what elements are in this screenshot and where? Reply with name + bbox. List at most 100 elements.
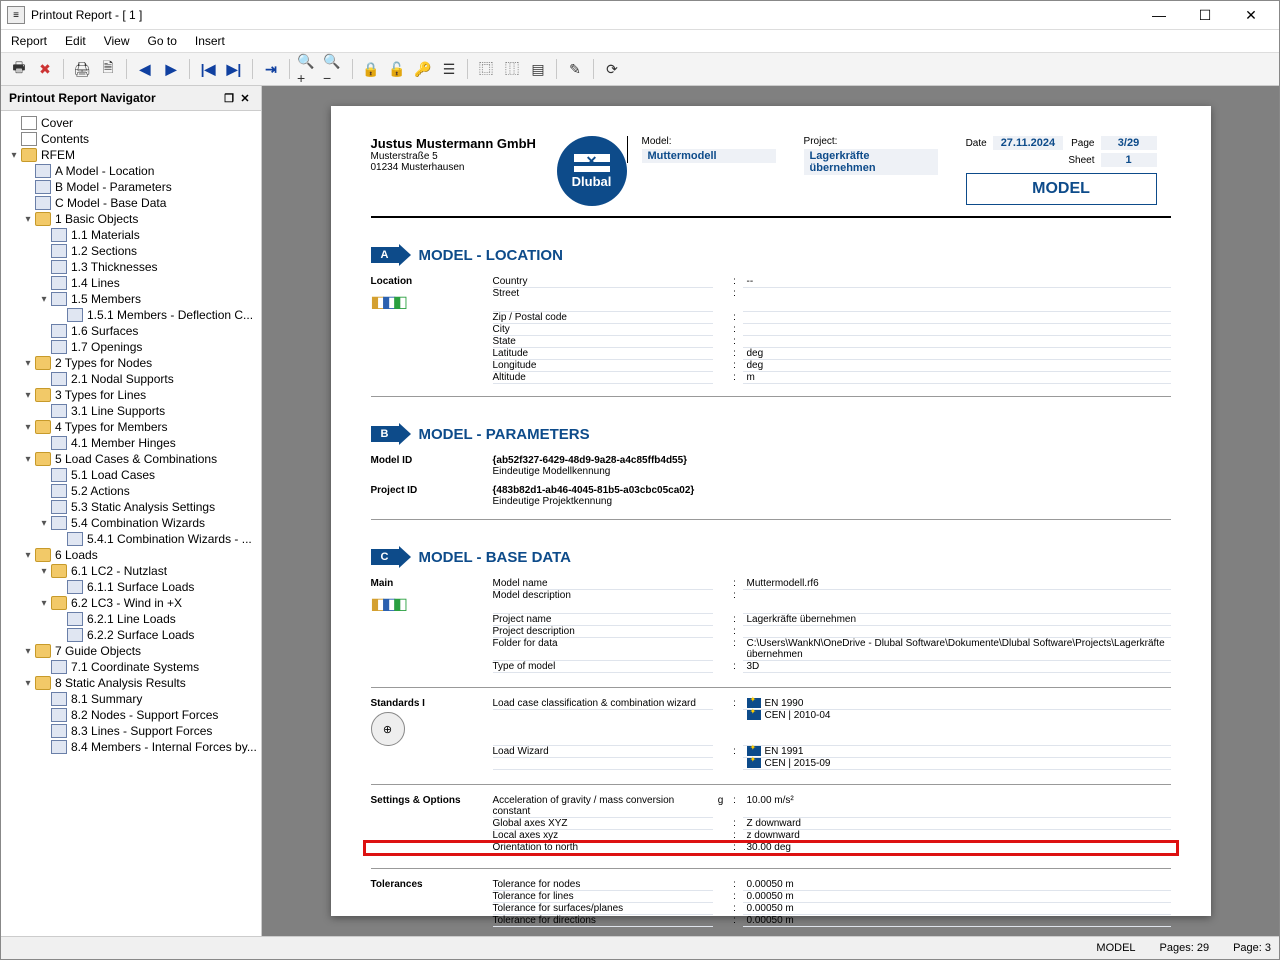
menu-goto[interactable]: Go to	[148, 34, 177, 48]
unlock-icon[interactable]: 🔓	[385, 57, 409, 81]
tree-cover[interactable]: Cover	[3, 115, 259, 131]
tree-5-2[interactable]: 5.2 Actions	[3, 483, 259, 499]
tree-1-7-openings[interactable]: 1.7 Openings	[3, 339, 259, 355]
menu-insert[interactable]: Insert	[195, 34, 225, 48]
tree-8-3[interactable]: 8.3 Lines - Support Forces	[3, 723, 259, 739]
navigator-title: Printout Report Navigator	[9, 91, 156, 105]
zoom-out-icon[interactable]: 🔍−	[322, 57, 346, 81]
status-page: Page: 3	[1233, 942, 1271, 954]
menu-edit[interactable]: Edit	[65, 34, 86, 48]
tree-5-load-cases[interactable]: ▾5 Load Cases & Combinations	[3, 451, 259, 467]
navigator-panel: Printout Report Navigator ❐ ✕ Cover Cont…	[1, 86, 262, 936]
tree-rfem[interactable]: ▾RFEM	[3, 147, 259, 163]
layout-c-icon[interactable]: ▤	[526, 57, 550, 81]
header-strip: MODEL	[966, 173, 1157, 205]
navigator-close-icon[interactable]: ✕	[237, 90, 253, 106]
tree-8-4[interactable]: 8.4 Members - Internal Forces by...	[3, 739, 259, 755]
section-a-title: MODEL - LOCATION	[419, 247, 563, 264]
tree-7-1[interactable]: 7.1 Coordinate Systems	[3, 659, 259, 675]
tree-1-basic-objects[interactable]: ▾1 Basic Objects	[3, 211, 259, 227]
header-date: 27.11.2024	[993, 136, 1063, 150]
standards-globe-icon: ⊕	[371, 712, 405, 746]
tree-8-1[interactable]: 8.1 Summary	[3, 691, 259, 707]
list-icon[interactable]: ☰	[437, 57, 461, 81]
lock-icon[interactable]: 🔒	[359, 57, 383, 81]
company-addr1: Musterstraße 5	[371, 151, 551, 162]
edit-page-icon[interactable]: ✎	[563, 57, 587, 81]
tree-1-5-members[interactable]: ▾1.5 Members	[3, 291, 259, 307]
tree-b-model-parameters[interactable]: B Model - Parameters	[3, 179, 259, 195]
printer-icon[interactable]: 🖨	[70, 57, 94, 81]
model-value: Muttermodell	[642, 149, 776, 163]
tree-5-1[interactable]: 5.1 Load Cases	[3, 467, 259, 483]
tree-6-2-1[interactable]: 6.2.1 Line Loads	[3, 611, 259, 627]
app-icon: ≡	[7, 6, 25, 24]
section-b: BMODEL - PARAMETERS Model ID{ab52f327-64…	[371, 423, 1171, 520]
section-c-title: MODEL - BASE DATA	[419, 549, 572, 566]
tree-4-types-members[interactable]: ▾4 Types for Members	[3, 419, 259, 435]
tree-1-2-sections[interactable]: 1.2 Sections	[3, 243, 259, 259]
zoom-in-icon[interactable]: 🔍+	[296, 57, 320, 81]
tree-c-model-basedata[interactable]: C Model - Base Data	[3, 195, 259, 211]
tree-1-5-1[interactable]: 1.5.1 Members - Deflection C...	[3, 307, 259, 323]
tree-6-1[interactable]: ▾6.1 LC2 - Nutzlast	[3, 563, 259, 579]
project-value: Lagerkräfte übernehmen	[804, 149, 938, 175]
tree-7-guide[interactable]: ▾7 Guide Objects	[3, 643, 259, 659]
minimize-button[interactable]: —	[1137, 3, 1181, 27]
menu-report[interactable]: Report	[11, 34, 47, 48]
tree-1-6-surfaces[interactable]: 1.6 Surfaces	[3, 323, 259, 339]
goto-section-icon[interactable]: ⇥	[259, 57, 283, 81]
tree-1-4-lines[interactable]: 1.4 Lines	[3, 275, 259, 291]
tree-2-types-nodes[interactable]: ▾2 Types for Nodes	[3, 355, 259, 371]
cubes-icon: ◧◧◧	[371, 594, 491, 614]
status-bar: MODEL Pages: 29 Page: 3	[1, 936, 1279, 959]
toolbar: 🖶 ✖ 🖨 🗎 ◀ ▶ |◀ ▶| ⇥ 🔍+ 🔍− 🔒 🔓 🔑 ☰ ⿴ ⿲ ▤ …	[1, 53, 1279, 86]
print-icon[interactable]: 🖶	[7, 57, 31, 81]
print-all-icon[interactable]: 🗎	[96, 57, 120, 81]
tree-3-1[interactable]: 3.1 Line Supports	[3, 403, 259, 419]
tree-3-types-lines[interactable]: ▾3 Types for Lines	[3, 387, 259, 403]
tree-6-2-2[interactable]: 6.2.2 Surface Loads	[3, 627, 259, 643]
menu-bar: Report Edit View Go to Insert	[1, 30, 1279, 53]
tree-1-1-materials[interactable]: 1.1 Materials	[3, 227, 259, 243]
window-title: Printout Report - [ 1 ]	[31, 8, 1137, 22]
highlight-orientation-north: Orientation to north:30.00 deg	[371, 842, 1171, 854]
navigator-tree[interactable]: Cover Contents ▾RFEM A Model - Location …	[1, 111, 261, 936]
layout-b-icon[interactable]: ⿲	[500, 57, 524, 81]
tree-6-1-1[interactable]: 6.1.1 Surface Loads	[3, 579, 259, 595]
tree-6-loads[interactable]: ▾6 Loads	[3, 547, 259, 563]
key-icon[interactable]: 🔑	[411, 57, 435, 81]
nav-first-icon[interactable]: |◀	[196, 57, 220, 81]
tree-contents[interactable]: Contents	[3, 131, 259, 147]
delete-icon[interactable]: ✖	[33, 57, 57, 81]
eu-flag-icon	[747, 758, 761, 768]
navigator-restore-icon[interactable]: ❐	[221, 90, 237, 106]
refresh-icon[interactable]: ⟳	[600, 57, 624, 81]
tree-4-1[interactable]: 4.1 Member Hinges	[3, 435, 259, 451]
dlubal-logo: Dlubal	[557, 136, 627, 206]
report-page: Justus Mustermann GmbH Musterstraße 5 01…	[331, 106, 1211, 916]
tree-1-3-thicknesses[interactable]: 1.3 Thicknesses	[3, 259, 259, 275]
maximize-button[interactable]: ☐	[1183, 3, 1227, 27]
tree-a-model-location[interactable]: A Model - Location	[3, 163, 259, 179]
company-name: Justus Mustermann GmbH	[371, 136, 551, 151]
status-pages: Pages: 29	[1160, 942, 1210, 954]
nav-last-icon[interactable]: ▶|	[222, 57, 246, 81]
layout-a-icon[interactable]: ⿴	[474, 57, 498, 81]
cubes-icon: ◧◧◧	[371, 292, 491, 312]
menu-view[interactable]: View	[104, 34, 130, 48]
tree-2-1[interactable]: 2.1 Nodal Supports	[3, 371, 259, 387]
tree-8-results[interactable]: ▾8 Static Analysis Results	[3, 675, 259, 691]
tree-8-2[interactable]: 8.2 Nodes - Support Forces	[3, 707, 259, 723]
tree-6-2[interactable]: ▾6.2 LC3 - Wind in +X	[3, 595, 259, 611]
nav-prev-icon[interactable]: ◀	[133, 57, 157, 81]
eu-flag-icon	[747, 710, 761, 720]
nav-next-icon[interactable]: ▶	[159, 57, 183, 81]
tree-5-4[interactable]: ▾5.4 Combination Wizards	[3, 515, 259, 531]
tree-5-4-1[interactable]: 5.4.1 Combination Wizards - ...	[3, 531, 259, 547]
section-a: AMODEL - LOCATION LocationCountry:-- ◧◧◧…	[371, 244, 1171, 397]
section-c: CMODEL - BASE DATA MainModel name:Mutter…	[371, 546, 1171, 936]
tree-5-3[interactable]: 5.3 Static Analysis Settings	[3, 499, 259, 515]
document-viewport[interactable]: Justus Mustermann GmbH Musterstraße 5 01…	[262, 86, 1279, 936]
close-button[interactable]: ✕	[1229, 3, 1273, 27]
